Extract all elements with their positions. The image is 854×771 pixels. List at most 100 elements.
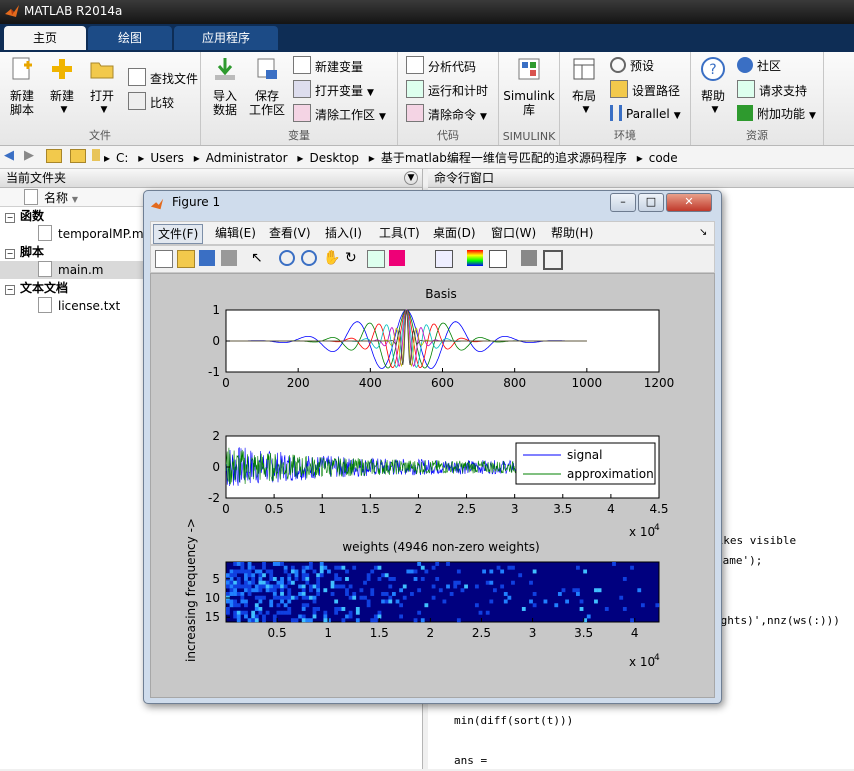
heatmap-cell <box>316 577 321 581</box>
up-folder-icon[interactable] <box>46 149 62 163</box>
dock-icon[interactable]: ↘ <box>695 224 711 242</box>
simulink-icon <box>518 58 540 80</box>
collapse-icon[interactable]: − <box>5 249 15 259</box>
collapse-icon[interactable]: − <box>5 285 15 295</box>
heatmap-cell <box>583 569 588 574</box>
brush-icon[interactable] <box>389 250 405 266</box>
analyze-code-button[interactable]: 分析代码 <box>406 56 476 76</box>
figure-window[interactable]: Figure 1 – □ ✕ 文件(F) 编辑(E) 查看(V) 插入(I) 工… <box>143 190 722 704</box>
menu-view[interactable]: 查看(V) <box>265 224 315 242</box>
heatmap-cell <box>529 580 533 585</box>
heatmap-cell <box>586 614 591 619</box>
tab-home[interactable]: 主页 <box>4 26 86 50</box>
heatmap-cell <box>280 595 284 600</box>
browse-folder-icon[interactable] <box>70 149 86 163</box>
link-plot-icon[interactable] <box>435 250 453 268</box>
request-support-button[interactable]: 请求支持 <box>737 80 807 100</box>
heatmap-cell <box>287 592 292 596</box>
x-tick-label: 3.5 <box>553 502 572 516</box>
zoom-out-icon[interactable] <box>301 250 317 266</box>
pan-icon[interactable]: ✋ <box>323 250 340 266</box>
clear-workspace-button[interactable]: 清除工作区 ▼ <box>293 104 386 124</box>
simulink-library-button[interactable]: Simulink 库 <box>503 56 555 117</box>
menu-help[interactable]: 帮助(H) <box>547 224 597 242</box>
open-button[interactable]: 打开 ▼ <box>84 56 120 117</box>
panel-menu-icon[interactable]: ▼ <box>404 171 418 185</box>
heatmap-cell <box>236 577 241 581</box>
preferences-button[interactable]: 预设 <box>610 56 654 76</box>
compare-button[interactable]: 比较 <box>128 92 174 112</box>
heatmap-cell <box>334 577 339 581</box>
menu-edit[interactable]: 编辑(E) <box>211 224 260 242</box>
import-data-button[interactable]: 导入 数据 <box>205 56 245 117</box>
close-button[interactable]: ✕ <box>666 193 712 212</box>
menu-desktop[interactable]: 桌面(D) <box>429 224 480 242</box>
save-icon[interactable] <box>199 250 215 266</box>
new-variable-button[interactable]: 新建变量 <box>293 56 363 76</box>
minimize-button[interactable]: – <box>610 193 636 212</box>
menu-window[interactable]: 窗口(W) <box>487 224 540 242</box>
open-file-icon[interactable] <box>177 250 195 268</box>
figure-canvas[interactable]: Basis 0 200 400 600 800 1000 1200 1 0 -1 0 0.5 1 1.… <box>150 273 715 698</box>
menu-insert[interactable]: 插入(I) <box>321 224 366 242</box>
breadcrumb[interactable]: ▸ C: ▸ Users ▸ Administrator ▸ Desktop ▸ 基于ma… <box>104 149 684 166</box>
back-arrow-icon[interactable]: ◀ <box>4 148 14 163</box>
heatmap-cell <box>240 592 245 596</box>
heatmap-cell <box>399 603 404 608</box>
tab-plots[interactable]: 绘图 <box>88 26 172 50</box>
colorbar-icon[interactable] <box>467 250 483 266</box>
menu-file[interactable]: 文件(F) <box>153 224 204 244</box>
add-ons-button[interactable]: 附加功能 ▼ <box>737 104 816 124</box>
zoom-in-icon[interactable] <box>279 250 295 266</box>
print-icon[interactable] <box>221 250 237 266</box>
axes-weights[interactable]: weights (4946 non-zero weights) 0.5 1 1.5 2… <box>184 518 660 669</box>
heatmap-cell <box>446 562 450 566</box>
hide-tools-icon[interactable] <box>521 250 537 266</box>
find-files-icon <box>128 68 146 86</box>
heatmap-cell <box>233 614 238 619</box>
heatmap-cell <box>301 614 306 619</box>
heatmap-cell <box>359 588 364 593</box>
menu-tools[interactable]: 工具(T) <box>375 224 424 242</box>
new-button[interactable]: 新建 ▼ <box>44 56 80 117</box>
data-cursor-icon[interactable] <box>367 250 385 268</box>
heatmap-cell <box>500 569 505 574</box>
legend[interactable]: signal approximation <box>515 442 656 485</box>
pointer-icon[interactable]: ↖ <box>251 250 267 266</box>
heatmap-cell <box>341 618 346 623</box>
heatmap-cell <box>265 580 270 585</box>
legend-approx-label: approximation <box>567 467 654 481</box>
axes-basis[interactable]: Basis 0 200 400 600 800 1000 1200 10-1 <box>208 287 674 390</box>
axes-signal[interactable]: 0 0.5 1 1.5 2 2.5 3 3.5 4 4.5 20-2 x 10 4 signal … <box>208 429 669 539</box>
help-button[interactable]: ? 帮助 ▼ <box>695 56 731 117</box>
find-files-button[interactable]: 查找文件 <box>128 68 198 88</box>
collapse-icon[interactable]: − <box>5 213 15 223</box>
heatmap-cell <box>254 607 259 611</box>
heatmap-cell <box>348 584 353 589</box>
show-tools-icon[interactable] <box>543 250 563 270</box>
heatmap-cell <box>283 584 288 589</box>
heatmap-cell <box>431 565 436 570</box>
heatmap-cell <box>381 599 385 604</box>
layout-button[interactable]: 布局 ▼ <box>564 56 604 117</box>
maximize-button[interactable]: □ <box>638 193 664 212</box>
heatmap-cell <box>507 595 512 600</box>
set-path-button[interactable]: 设置路径 <box>610 80 680 100</box>
rotate-icon[interactable]: ↻ <box>345 250 361 266</box>
save-workspace-button[interactable]: 保存 工作区 <box>247 56 287 117</box>
new-figure-icon[interactable] <box>155 250 173 268</box>
tab-apps[interactable]: 应用程序 <box>174 26 278 50</box>
heatmap-cell <box>579 599 584 604</box>
new-script-button[interactable]: 新建 脚本 <box>4 56 40 117</box>
heatmap-cell <box>511 580 515 585</box>
heatmap-cell <box>391 592 396 596</box>
open-variable-button[interactable]: 打开变量 ▼ <box>293 80 374 100</box>
legend-icon[interactable] <box>489 250 507 268</box>
forward-arrow-icon[interactable]: ▶ <box>24 148 34 163</box>
community-button[interactable]: 社区 <box>737 56 781 76</box>
heatmap-cell <box>572 588 577 593</box>
parallel-button[interactable]: Parallel ▼ <box>610 104 681 124</box>
clear-commands-button[interactable]: 清除命令 ▼ <box>406 104 487 124</box>
run-and-time-button[interactable]: 运行和计时 <box>406 80 488 100</box>
heatmap-cell <box>334 573 339 578</box>
